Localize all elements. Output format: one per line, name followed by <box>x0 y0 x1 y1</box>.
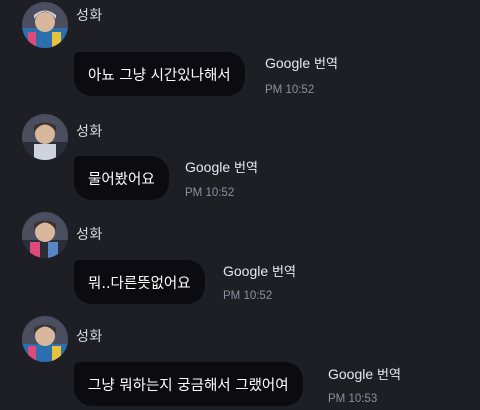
message-bubble[interactable]: 물어봤어요 <box>74 156 169 200</box>
avatar[interactable] <box>22 212 68 258</box>
message-timestamp: PM 10:53 <box>328 393 378 405</box>
message-text: 아뇨 그냥 시간있나해서 <box>88 67 231 84</box>
translate-provider: Google <box>223 263 269 279</box>
translate-label: 번역 <box>234 161 258 176</box>
google-translate-link[interactable]: Google 번역 <box>185 157 258 176</box>
avatar[interactable] <box>22 114 68 160</box>
translate-provider: Google <box>185 159 231 175</box>
translate-provider: Google <box>265 55 311 71</box>
message-bubble[interactable]: 뭐..다른뜻없어요 <box>74 260 205 304</box>
translate-label: 번역 <box>272 265 296 280</box>
translate-label: 번역 <box>314 57 338 72</box>
google-translate-link[interactable]: Google 번역 <box>223 261 296 280</box>
message-bubble[interactable]: 아뇨 그냥 시간있나해서 <box>74 52 245 96</box>
sender-name: 성화 <box>76 8 103 24</box>
message-timestamp: PM 10:52 <box>185 187 235 199</box>
message-text: 물어봤어요 <box>88 171 155 188</box>
google-translate-link[interactable]: Google 번역 <box>328 364 401 383</box>
sender-name: 성화 <box>76 124 103 140</box>
message-timestamp: PM 10:52 <box>265 84 315 96</box>
google-translate-link[interactable]: Google 번역 <box>265 53 338 72</box>
avatar[interactable] <box>22 2 68 48</box>
message-text: 뭐..다른뜻없어요 <box>88 275 191 292</box>
avatar[interactable] <box>22 316 68 362</box>
translate-label: 번역 <box>377 368 401 383</box>
translate-provider: Google <box>328 366 374 382</box>
sender-name: 성화 <box>76 227 103 243</box>
message-timestamp: PM 10:52 <box>223 290 273 302</box>
sender-name: 성화 <box>76 329 103 345</box>
message-bubble[interactable]: 그냥 뭐하는지 궁금해서 그랬어여 <box>74 362 303 406</box>
message-text: 그냥 뭐하는지 궁금해서 그랬어여 <box>88 377 289 394</box>
